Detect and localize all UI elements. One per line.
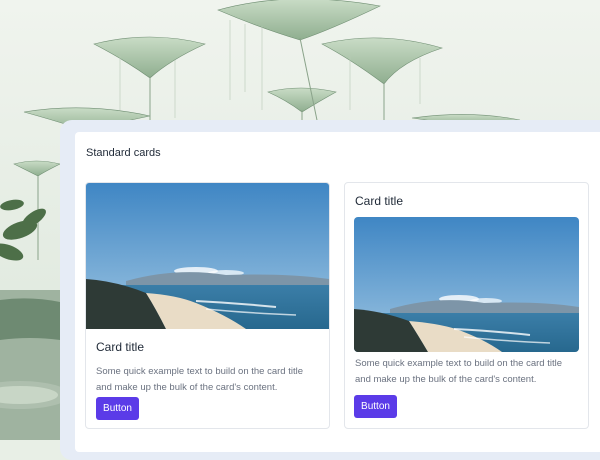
card-image-top: Card title Some quick example text to bu… — [85, 182, 330, 429]
card-button[interactable]: Button — [96, 397, 139, 420]
card-image — [86, 183, 329, 329]
card-title: Card title — [355, 194, 404, 208]
card-text: Some quick example text to build on the … — [355, 358, 563, 385]
card-text: Some quick example text to build on the … — [96, 366, 304, 393]
card-button[interactable]: Button — [354, 395, 397, 418]
card-title: Card title — [96, 340, 145, 354]
card-title-top: Card title Some quick example text to bu… — [344, 182, 589, 429]
section-title: Standard cards — [86, 147, 161, 159]
card-image — [354, 217, 579, 352]
